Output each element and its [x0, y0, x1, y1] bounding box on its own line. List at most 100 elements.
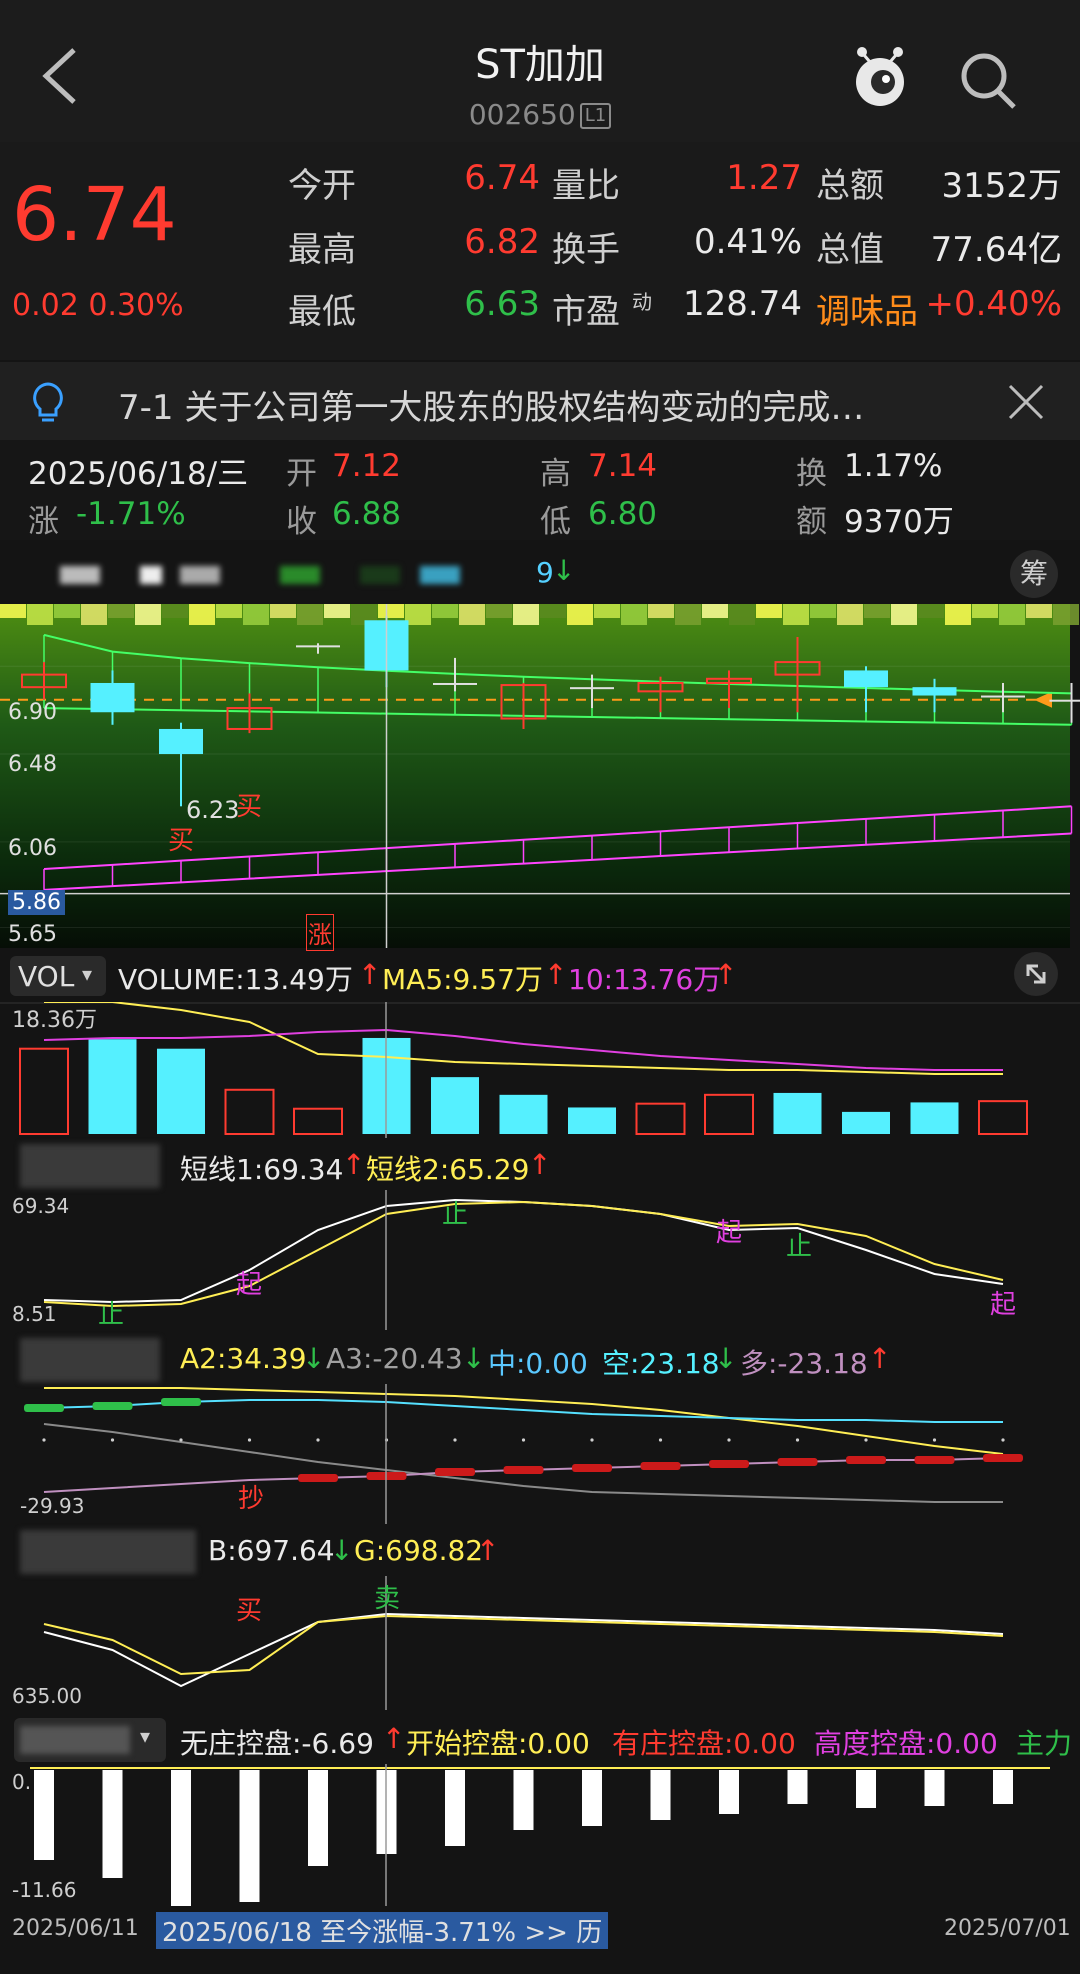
blurred-selector[interactable] [20, 1144, 160, 1188]
band-block [405, 604, 431, 625]
selected-date: 2025/06/18/三 [28, 456, 249, 492]
indicator-selector[interactable]: ▾ [14, 1718, 166, 1762]
control-chart[interactable]: 0. -11.66 [0, 1764, 1080, 1908]
price-axis-label: 6.48 [8, 752, 57, 777]
candle-body [296, 645, 340, 648]
indicator-selector[interactable]: VOL ▾ [10, 956, 106, 996]
grid-dot [247, 1438, 252, 1442]
band-block [486, 604, 512, 618]
kline-svg [0, 604, 1080, 948]
grid-dot [521, 1438, 526, 1442]
grid-dot [1001, 1438, 1005, 1442]
search-icon[interactable] [952, 46, 1024, 118]
blurred-selector[interactable] [20, 1338, 160, 1382]
candle-body [1049, 699, 1080, 702]
down-arrow-icon: ↓ [552, 554, 576, 587]
start-signal: 起 [990, 1290, 1017, 1320]
low-price-mark: 6.23 [186, 796, 240, 824]
bottom-fishing-signal: 抄 [238, 1484, 265, 1514]
band-block [459, 604, 485, 625]
stock-code-row: 002650 L1 [0, 98, 1080, 131]
announcement-bar[interactable]: 7-1 关于公司第一大股东的股权结构变动的完成… [0, 362, 1080, 440]
quote-field-value: 0.41% [693, 222, 802, 262]
band-block [540, 604, 566, 618]
volume-bar [499, 1094, 548, 1134]
close-icon[interactable] [1006, 382, 1046, 422]
robot-assistant-icon[interactable] [848, 42, 912, 112]
signal-block [777, 1458, 818, 1466]
stop-signal: 止 [442, 1200, 469, 1230]
quote-field-label: 换手 [552, 230, 620, 270]
chip-distribution-button[interactable]: 筹 [1010, 550, 1058, 598]
indicator-bg-chart[interactable]: 635.00 买 卖 [0, 1576, 1080, 1710]
grid-dot [658, 1438, 663, 1442]
grid-dot [316, 1438, 320, 1442]
expand-icon[interactable] [1014, 952, 1058, 996]
candle-body [844, 670, 888, 688]
control-bar [34, 1770, 54, 1860]
volume-bar [773, 1092, 822, 1134]
gd-label: 高度控盘:0.00 [814, 1727, 998, 1760]
grid-dot [179, 1438, 183, 1442]
signal-block [435, 1468, 475, 1476]
a2-label: A2:34.39 [180, 1342, 307, 1375]
indicator-a-axis-bottom: -29.93 [20, 1494, 85, 1518]
down-arrow-icon: ↓ [462, 1342, 486, 1375]
band-block [567, 604, 593, 625]
announcement-text[interactable]: 7-1 关于公司第一大股东的股权结构变动的完成… [118, 380, 864, 429]
band-block [162, 604, 188, 618]
band-block [945, 604, 971, 625]
short-line-chart[interactable]: 69.34 8.51 止 起 止 起 止 起 [0, 1190, 1080, 1330]
blurred-selector[interactable] [20, 1530, 196, 1574]
quote-field-label: 总额 [816, 166, 884, 206]
sell-signal: 卖 [374, 1584, 401, 1614]
indicator-a-chart[interactable]: -29.93 抄 [0, 1384, 1080, 1524]
indicator-bg-header: B:697.64 ↓ G:698.82 ↑ [0, 1526, 1080, 1576]
kline-chart[interactable]: 6.90 6.48 6.06 5.86 5.65 买 6.23 买 涨 [0, 604, 1080, 951]
indicator-selector-label: VOL [18, 960, 75, 993]
quote-field-label: 今开 [288, 166, 356, 206]
band-block [837, 604, 863, 625]
band-block [756, 604, 782, 618]
control-axis-top: 0. [12, 1770, 32, 1794]
candle-body [159, 728, 203, 755]
quote-field-label: 最高 [288, 230, 356, 270]
last-price: 6.74 [12, 172, 177, 258]
range-change-button[interactable]: 2025/06/18 至今涨幅-3.71% >> 历 [156, 1912, 609, 1949]
top-nav-bar: ST加加 002650 L1 [0, 0, 1080, 142]
band-block [513, 604, 539, 625]
chevron-down-icon: ▾ [82, 962, 93, 986]
buy-signal: 买 [236, 792, 263, 822]
up-arrow-icon: ↑ [528, 1148, 552, 1181]
open-value: 7.12 [332, 448, 402, 484]
quote-field-label: 量比 [552, 166, 620, 206]
date-footer: 2025/06/11 2025/06/18 至今涨幅-3.71% >> 历 20… [0, 1910, 1080, 1974]
control-bar [993, 1770, 1013, 1804]
kong-label: 空:23.18 [602, 1347, 720, 1380]
control-bar [924, 1770, 945, 1806]
signal-block [572, 1464, 612, 1472]
blurred-legend [280, 566, 320, 584]
ma10-label: 10:13.76万 [568, 963, 722, 996]
short-line-axis-top: 69.34 [12, 1194, 70, 1218]
volume-chart[interactable]: 18.36万 [0, 1001, 1080, 1138]
up-arrow-icon: ↑ [476, 1534, 500, 1567]
quote-field-value: 1.27 [726, 158, 802, 198]
candle-body [90, 682, 135, 713]
quote-field-value: 77.64亿 [930, 230, 1062, 270]
volume-svg [0, 1001, 1080, 1138]
candle-body [433, 682, 477, 685]
up-arrow-icon: ↑ [714, 958, 738, 991]
control-bar [650, 1770, 671, 1820]
blurred-legend [420, 566, 460, 584]
band-block [864, 604, 890, 618]
control-svg [30, 1764, 1050, 1908]
candle-body [912, 687, 957, 696]
indicator-a-svg [24, 1384, 1023, 1524]
high-label: 高 [540, 456, 571, 492]
band-block [1053, 604, 1079, 625]
turnover-value: 1.17% [844, 448, 943, 484]
zhong-label: 中:0.00 [488, 1347, 588, 1380]
chevron-down-icon: ▾ [140, 1724, 151, 1748]
band-block [27, 604, 53, 625]
